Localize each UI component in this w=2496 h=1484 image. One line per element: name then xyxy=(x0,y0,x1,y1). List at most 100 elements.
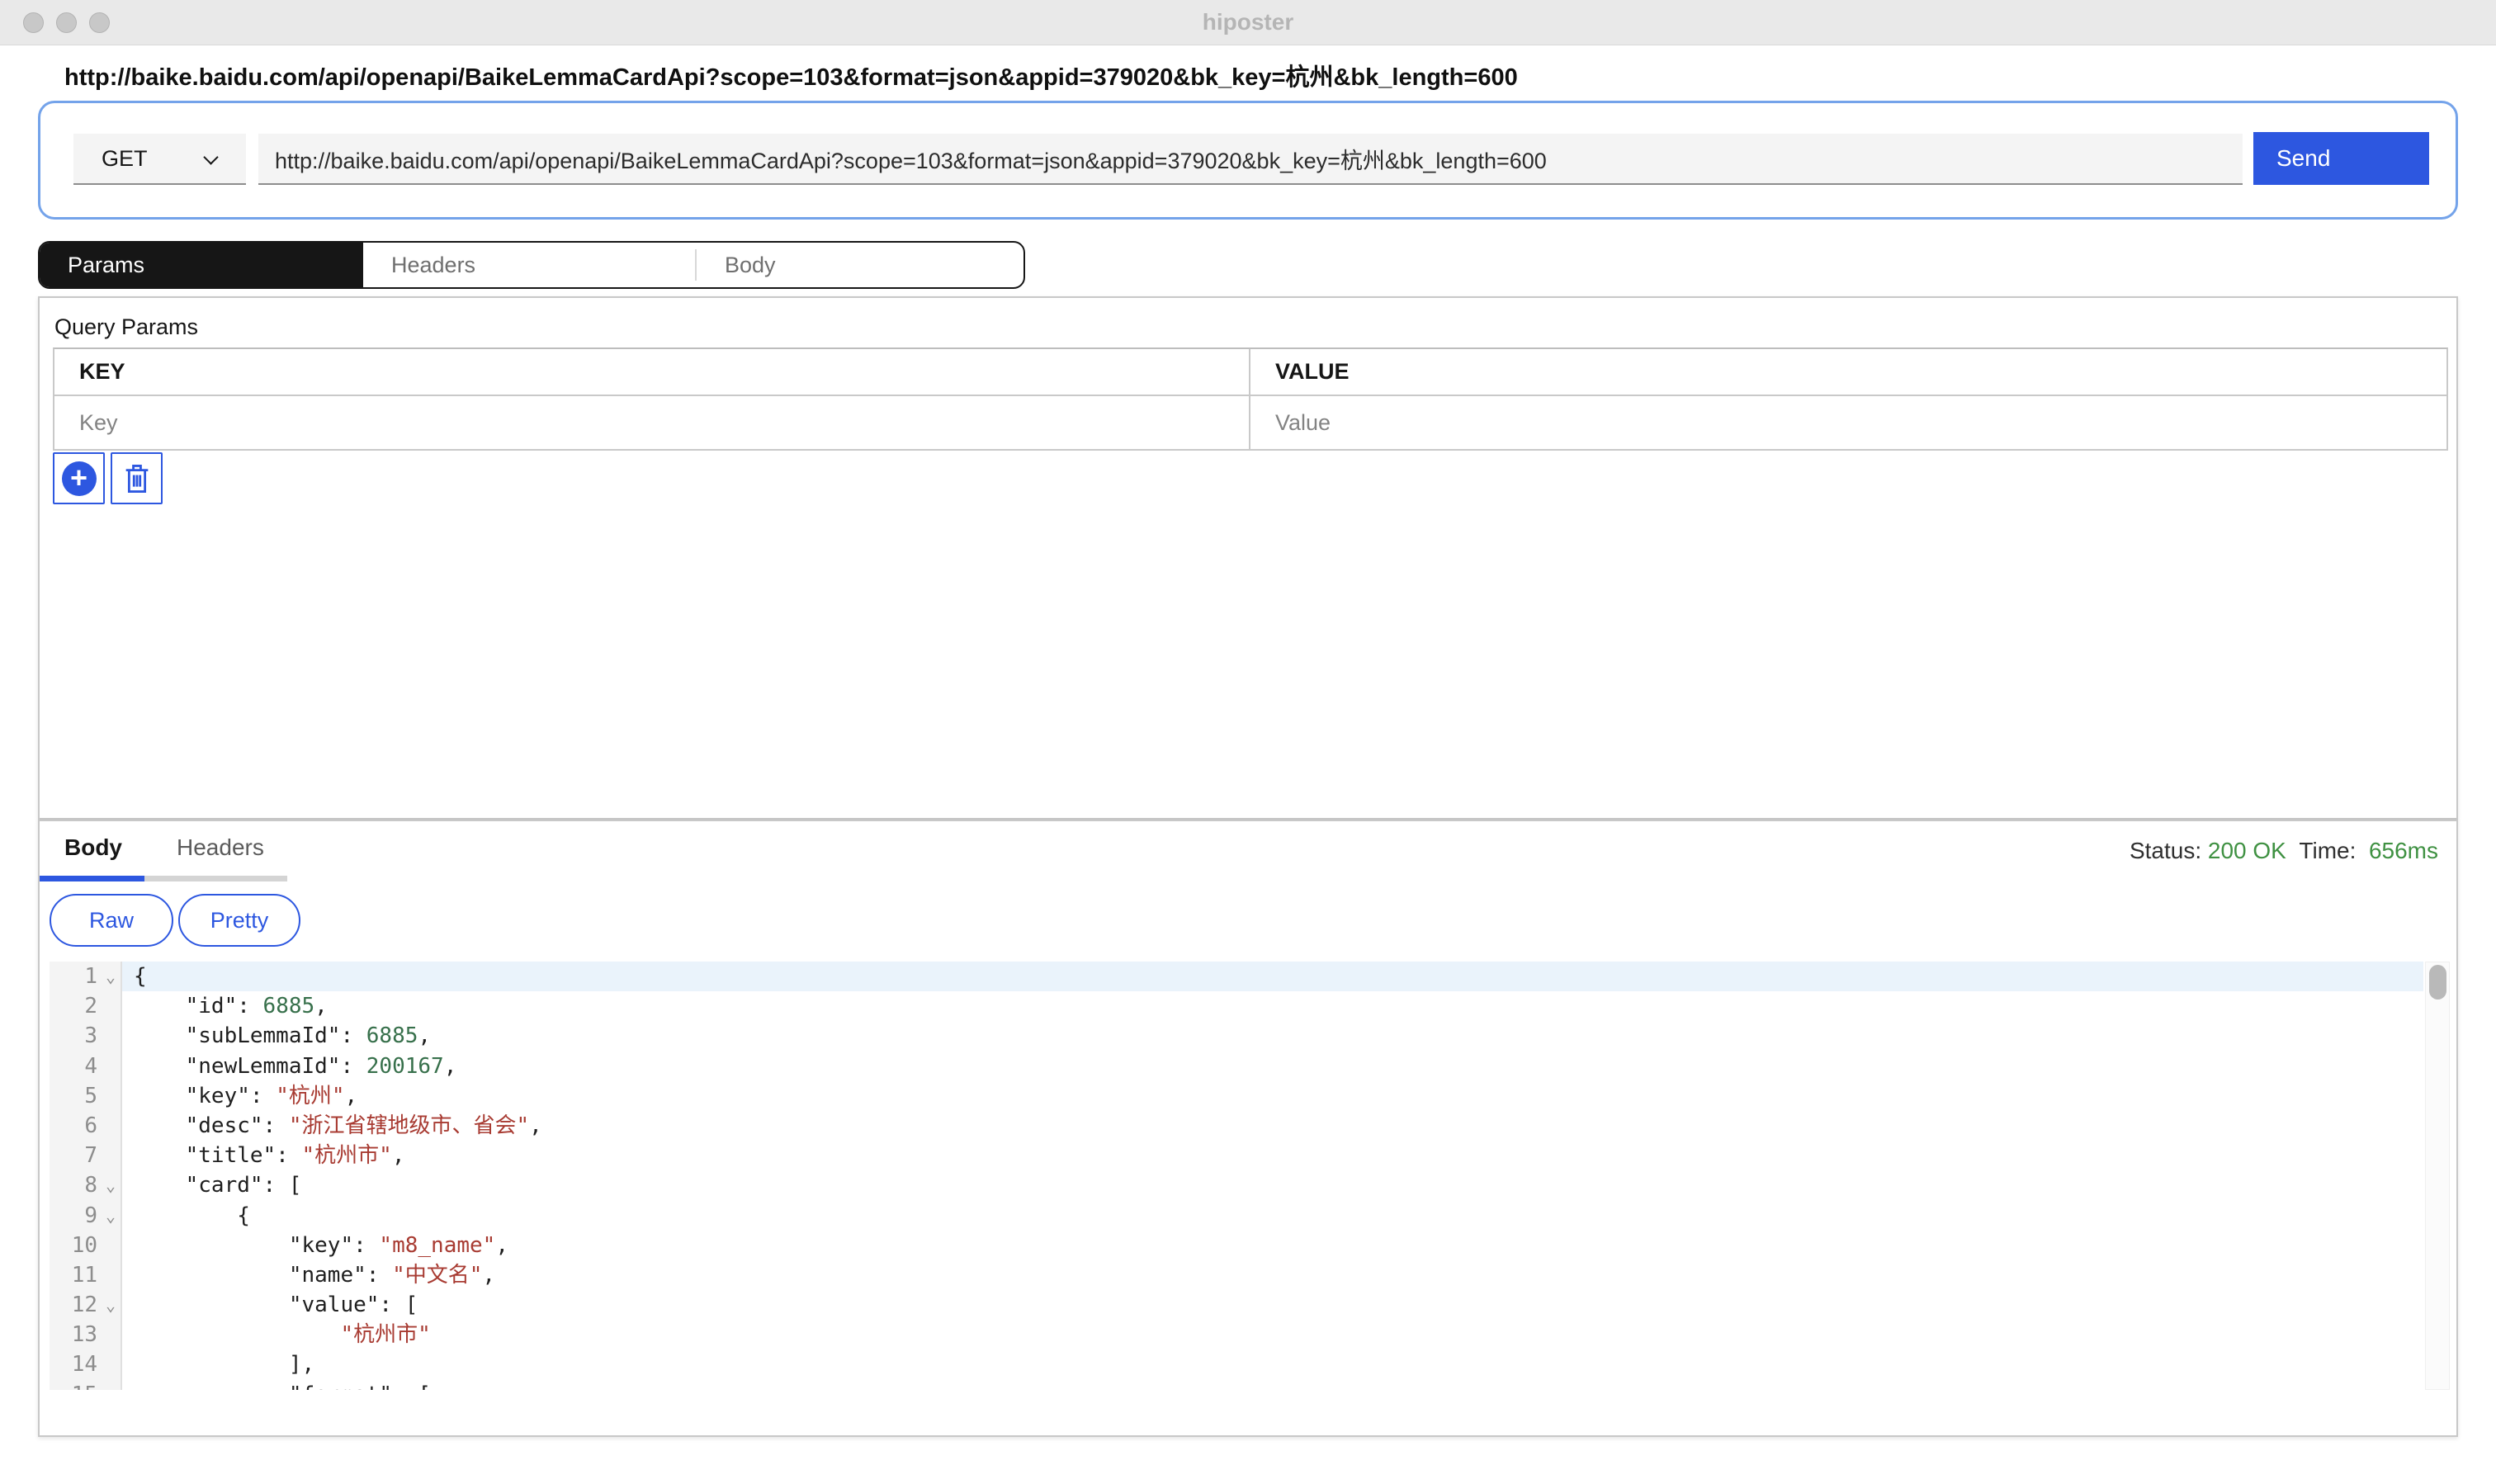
line-number: 9 xyxy=(50,1201,101,1231)
gutter-spacer xyxy=(101,991,122,1021)
line-number: 2 xyxy=(50,991,101,1021)
code-line-text: "desc": "浙江省辖地级市、省会", xyxy=(122,1111,2423,1141)
code-line: 10 "key": "m8_name", xyxy=(50,1231,2450,1260)
code-line: 15 "format": [ xyxy=(50,1380,2450,1390)
code-line-text: "format": [ xyxy=(122,1380,2423,1390)
tab-response-body[interactable]: Body xyxy=(64,834,122,861)
code-line-text: "id": 6885, xyxy=(122,991,2423,1021)
code-line: 11 "name": "中文名", xyxy=(50,1260,2450,1290)
param-key-input[interactable] xyxy=(79,410,1190,436)
send-button[interactable]: Send xyxy=(2253,132,2429,185)
table-row xyxy=(54,396,2446,449)
collapse-caret-icon[interactable]: ⌄ xyxy=(101,962,122,991)
code-line: 5 "key": "杭州", xyxy=(50,1081,2450,1111)
code-line: 8⌄ "card": [ xyxy=(50,1170,2450,1200)
tab-headers[interactable]: Headers xyxy=(363,243,695,287)
method-select[interactable]: GET xyxy=(73,134,246,185)
code-line: 14 ], xyxy=(50,1349,2450,1379)
code-line-text: { xyxy=(122,962,2423,991)
response-status-line: Status: 200 OK Time: 656ms xyxy=(2130,838,2438,864)
gutter-spacer xyxy=(101,1052,122,1081)
gutter-spacer xyxy=(101,1380,122,1390)
collapse-caret-icon[interactable]: ⌄ xyxy=(101,1290,122,1320)
code-line-text: "subLemmaId": 6885, xyxy=(122,1021,2423,1051)
gutter-spacer xyxy=(101,1021,122,1051)
code-line: 1⌄{ xyxy=(50,962,2450,991)
line-number: 12 xyxy=(50,1290,101,1320)
vertical-scrollbar[interactable] xyxy=(2425,962,2450,1390)
gutter-spacer xyxy=(101,1141,122,1170)
code-line-text: "title": "杭州市", xyxy=(122,1141,2423,1170)
scrollbar-thumb[interactable] xyxy=(2429,965,2446,1000)
response-panel: Body Headers Status: 200 OK Time: 656ms … xyxy=(38,820,2458,1437)
collapse-caret-icon[interactable]: ⌄ xyxy=(101,1201,122,1231)
tab-params-label: Params xyxy=(68,253,144,278)
code-line: 9⌄ { xyxy=(50,1201,2450,1231)
query-params-table: KEY VALUE xyxy=(53,347,2448,451)
add-param-button[interactable]: + xyxy=(53,452,105,504)
response-body-viewer[interactable]: 1⌄{2 "id": 6885,3 "subLemmaId": 6885,4 "… xyxy=(50,962,2450,1390)
code-line: 6 "desc": "浙江省辖地级市、省会", xyxy=(50,1111,2450,1141)
gutter-spacer xyxy=(101,1111,122,1141)
time-label: Time: xyxy=(2299,838,2356,863)
raw-view-button[interactable]: Raw xyxy=(50,894,173,947)
tab-response-headers[interactable]: Headers xyxy=(177,834,264,861)
delete-param-button[interactable] xyxy=(111,452,163,504)
line-number: 3 xyxy=(50,1021,101,1051)
line-number: 11 xyxy=(50,1260,101,1290)
code-line: 12⌄ "value": [ xyxy=(50,1290,2450,1320)
code-line-text: "card": [ xyxy=(122,1170,2423,1200)
gutter-spacer xyxy=(101,1320,122,1349)
code-lines: 1⌄{2 "id": 6885,3 "subLemmaId": 6885,4 "… xyxy=(50,962,2450,1390)
query-params-title: Query Params xyxy=(54,314,198,340)
code-line-text: "newLemmaId": 200167, xyxy=(122,1052,2423,1081)
line-number: 5 xyxy=(50,1081,101,1111)
code-line-text: "key": "m8_name", xyxy=(122,1231,2423,1260)
code-line-text: "name": "中文名", xyxy=(122,1260,2423,1290)
line-number: 14 xyxy=(50,1349,101,1379)
column-header-key: KEY xyxy=(79,359,125,385)
table-header-row: KEY VALUE xyxy=(54,349,2446,396)
code-line: 2 "id": 6885, xyxy=(50,991,2450,1021)
tab-body[interactable]: Body xyxy=(697,243,1023,287)
line-number: 8 xyxy=(50,1170,101,1200)
gutter-spacer xyxy=(101,1349,122,1379)
plus-icon: + xyxy=(62,461,97,496)
code-line: 4 "newLemmaId": 200167, xyxy=(50,1052,2450,1081)
param-value-input[interactable] xyxy=(1275,410,2388,436)
tab-underline-track xyxy=(144,876,287,881)
gutter-spacer xyxy=(101,1081,122,1111)
active-tab-underline xyxy=(40,876,144,881)
code-line-text: { xyxy=(122,1201,2423,1231)
url-input[interactable] xyxy=(258,134,2243,185)
collapse-caret-icon[interactable]: ⌄ xyxy=(101,1170,122,1200)
chevron-down-icon xyxy=(203,149,218,164)
code-line-text: "value": [ xyxy=(122,1290,2423,1320)
request-url-heading: http://baike.baidu.com/api/openapi/Baike… xyxy=(64,58,1518,92)
method-select-value: GET xyxy=(73,146,148,172)
code-line: 3 "subLemmaId": 6885, xyxy=(50,1021,2450,1051)
tab-params[interactable]: Params xyxy=(40,243,363,287)
code-line: 13 "杭州市" xyxy=(50,1320,2450,1349)
time-value: 656ms xyxy=(2369,838,2438,863)
line-number: 10 xyxy=(50,1231,101,1260)
window-title: hiposter xyxy=(0,9,2496,35)
status-value: 200 OK xyxy=(2208,838,2286,863)
status-label: Status: xyxy=(2130,838,2201,863)
code-line-text: ], xyxy=(122,1349,2423,1379)
trash-icon xyxy=(122,462,152,495)
column-header-value: VALUE xyxy=(1275,359,1350,385)
query-params-panel: Query Params KEY VALUE + xyxy=(38,296,2458,820)
line-number: 1 xyxy=(50,962,101,991)
pretty-view-button[interactable]: Pretty xyxy=(178,894,300,947)
line-number: 15 xyxy=(50,1380,101,1390)
line-number: 7 xyxy=(50,1141,101,1170)
request-bar-panel: GET Send xyxy=(38,101,2458,220)
window-titlebar: hiposter xyxy=(0,0,2496,45)
line-number: 13 xyxy=(50,1320,101,1349)
tab-body-label: Body xyxy=(725,253,776,278)
code-line: 7 "title": "杭州市", xyxy=(50,1141,2450,1170)
request-tabs: Params Headers Body xyxy=(38,241,1025,289)
code-line-text: "杭州市" xyxy=(122,1320,2423,1349)
code-line-text: "key": "杭州", xyxy=(122,1081,2423,1111)
